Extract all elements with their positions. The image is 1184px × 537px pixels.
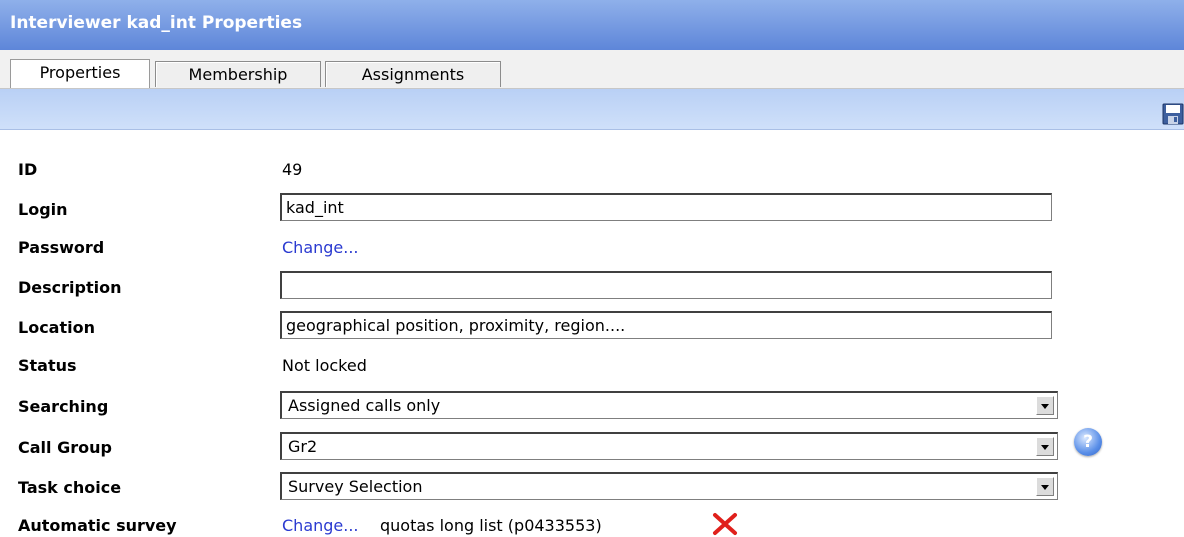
window-title-bar: Interviewer kad_int Properties [0,0,1184,50]
task-choice-select[interactable]: Survey Selection [280,472,1058,500]
id-value: 49 [282,160,303,179]
help-icon[interactable]: ? [1074,428,1102,456]
login-input[interactable] [280,193,1052,221]
status-value: Not locked [282,356,367,375]
automatic-survey-value: quotas long list (p0433553) [380,516,602,535]
tab-membership[interactable]: Membership [155,61,321,87]
password-change-link[interactable]: Change... [282,238,359,257]
call-group-select[interactable]: Gr2 [280,432,1058,460]
searching-select[interactable]: Assigned calls only [280,391,1058,419]
login-label: Login [18,200,68,219]
toolbar [0,89,1184,130]
dropdown-arrow-icon[interactable] [1036,437,1054,456]
location-input[interactable] [280,311,1052,339]
save-icon [1162,103,1184,125]
location-label: Location [18,318,95,337]
description-input[interactable] [280,271,1052,299]
description-label: Description [18,278,122,297]
status-label: Status [18,356,77,375]
password-label: Password [18,238,105,257]
automatic-survey-change-link[interactable]: Change... [282,516,359,535]
tab-properties[interactable]: Properties [10,59,150,88]
window-title: Interviewer kad_int Properties [10,13,303,33]
remove-x-icon[interactable] [712,512,738,536]
dropdown-arrow-icon[interactable] [1036,477,1054,496]
dropdown-arrow-icon[interactable] [1036,396,1054,415]
tab-assignments[interactable]: Assignments [325,61,501,87]
task-choice-selected-value: Survey Selection [288,477,423,496]
task-choice-label: Task choice [18,478,122,497]
call-group-selected-value: Gr2 [288,437,318,456]
automatic-survey-label: Automatic survey [18,516,177,535]
searching-label: Searching [18,397,109,416]
call-group-label: Call Group [18,438,112,457]
save-button[interactable] [1162,103,1184,125]
id-label: ID [18,160,38,179]
searching-selected-value: Assigned calls only [288,396,441,415]
